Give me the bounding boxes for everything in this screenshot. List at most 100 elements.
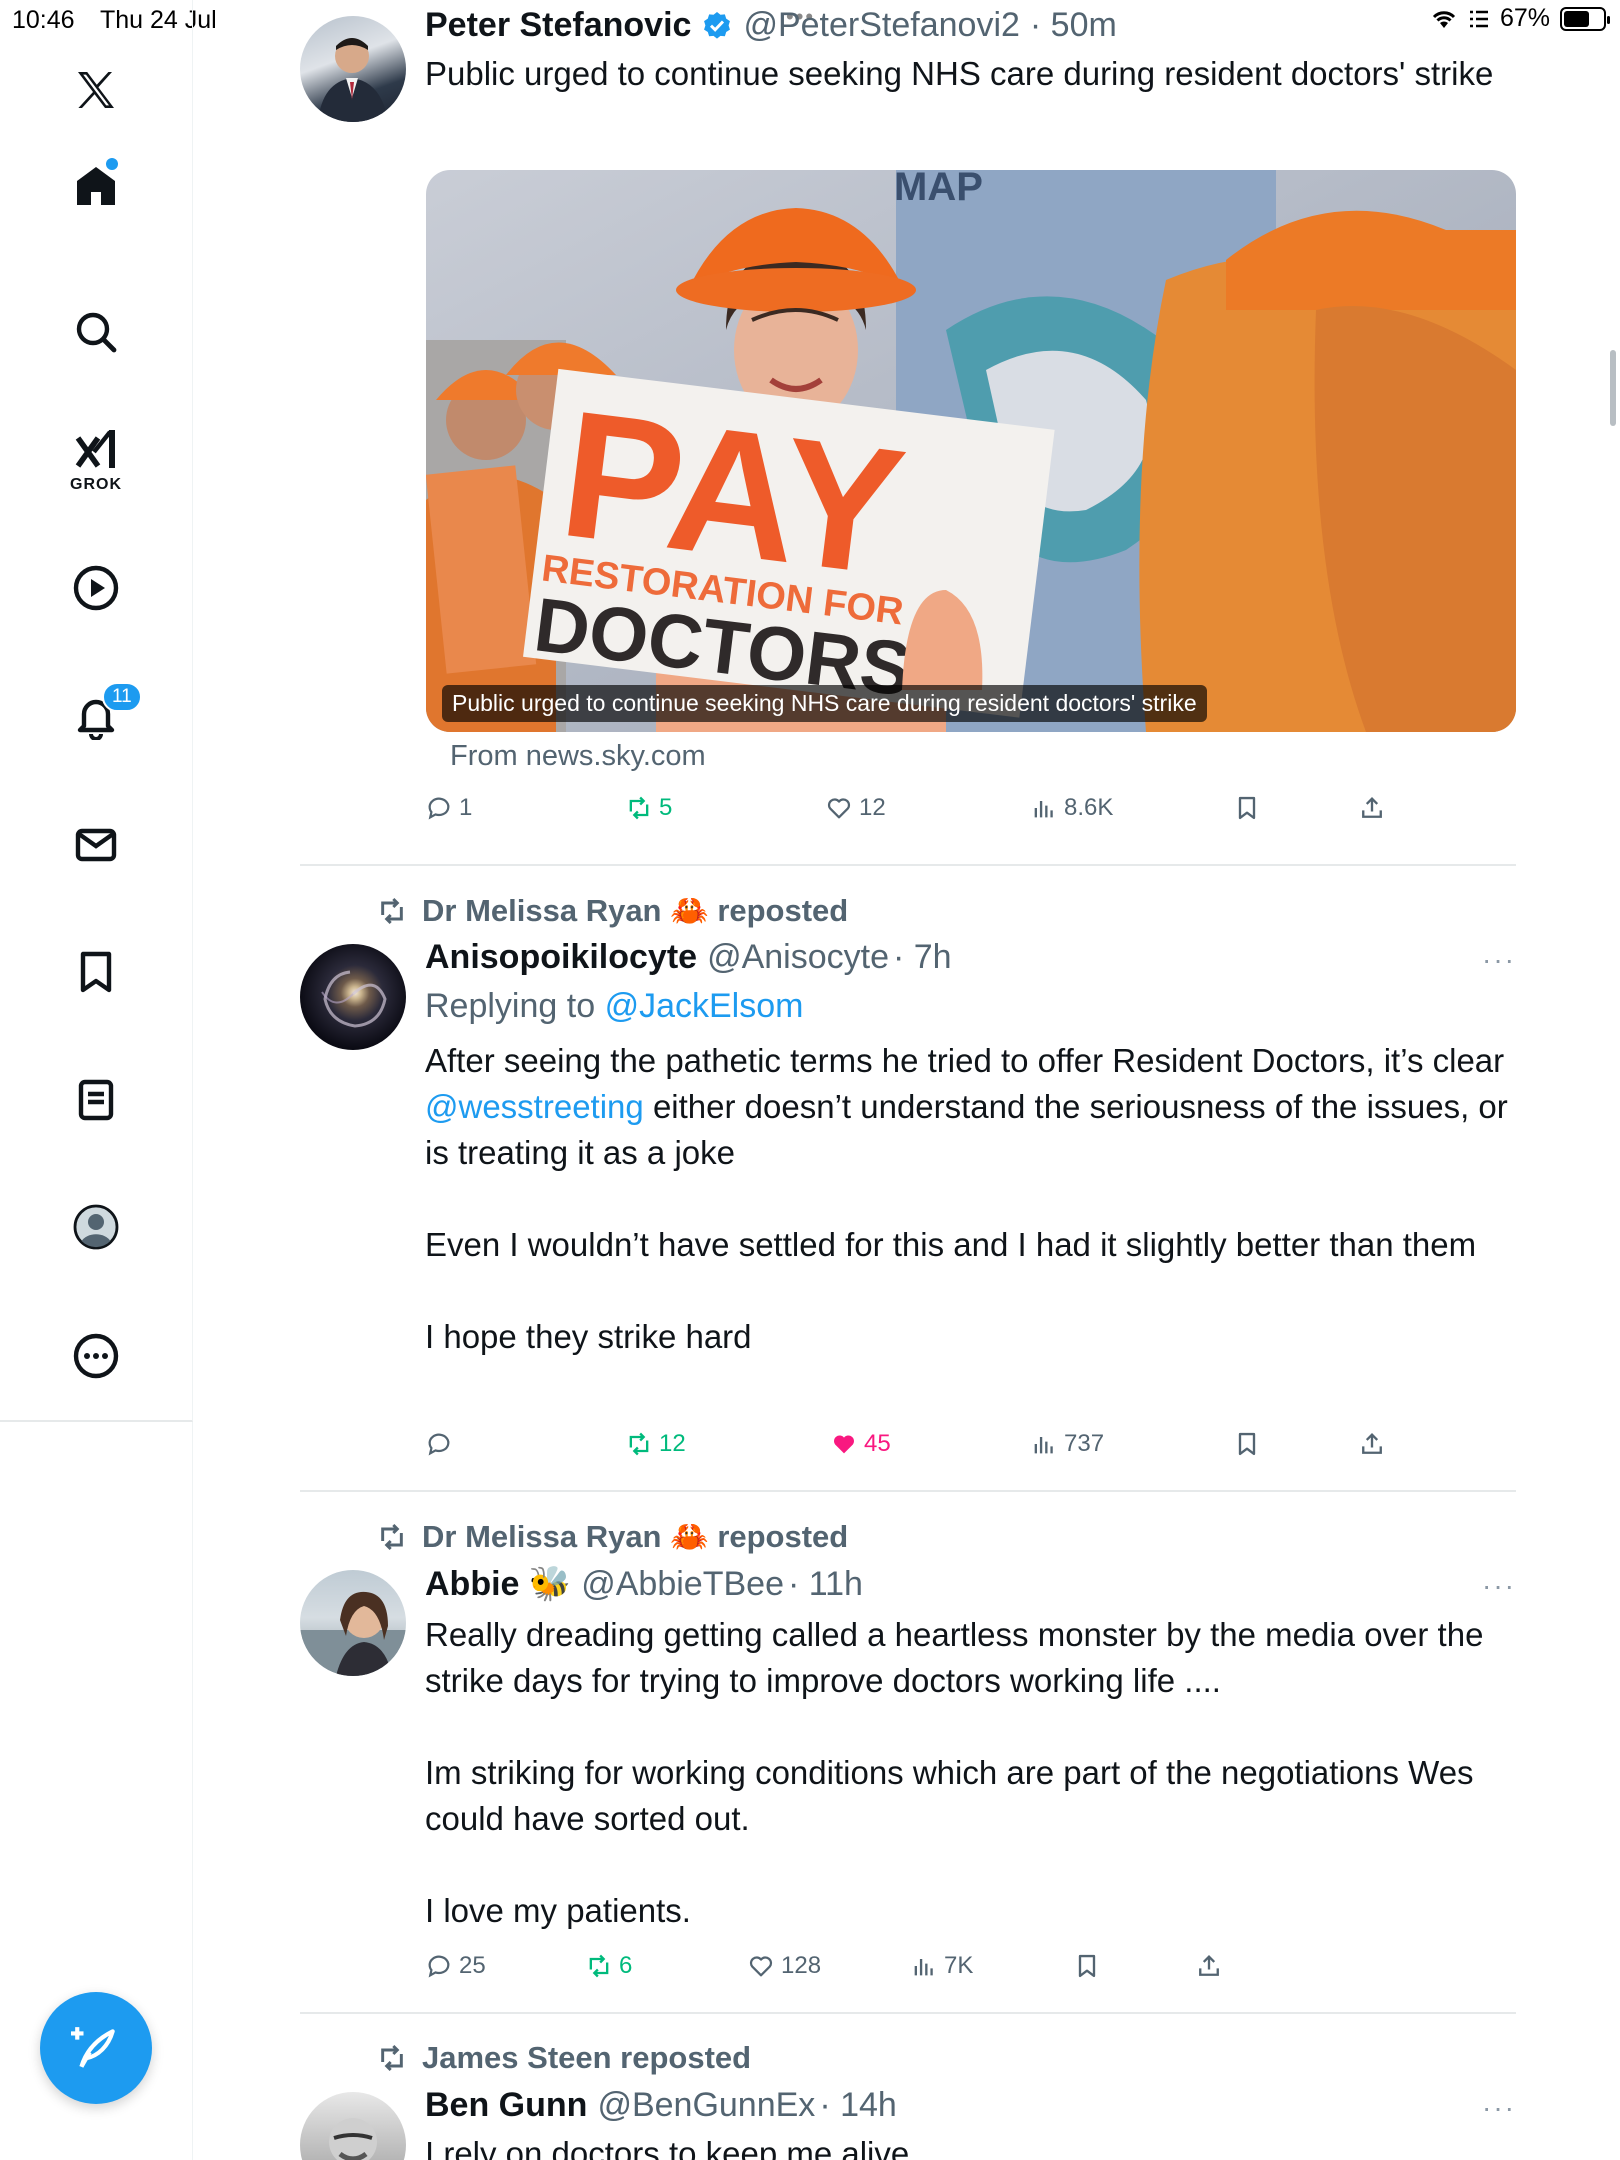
tweet-divider (300, 1490, 1516, 1492)
repost-icon (381, 1523, 403, 1550)
repost-by: James Steen reposted (422, 2040, 752, 2075)
repost-button[interactable]: 5 (625, 794, 672, 822)
avatar[interactable] (300, 944, 406, 1050)
verified-badge-icon (704, 11, 731, 39)
views-button[interactable]: 8.6K (1030, 794, 1113, 822)
repost-count: 5 (659, 794, 673, 821)
repost-button[interactable]: 12 (625, 1430, 686, 1458)
author-handle[interactable]: @Anisocyte (707, 938, 889, 977)
avatar[interactable] (300, 16, 406, 122)
repost-button[interactable]: 6 (585, 1952, 632, 1980)
author-handle[interactable]: @BenGunnEx (597, 2086, 815, 2125)
author-handle[interactable]: @PeterStefanovi2 (743, 6, 1019, 45)
avatar-photo (300, 1591, 406, 1676)
avatar[interactable] (300, 2092, 406, 2160)
views-icon (914, 1959, 933, 1976)
repost-indicator[interactable]: Dr Melissa Ryan 🦀 reposted (376, 892, 848, 929)
reply-button[interactable]: 25 (425, 1952, 486, 1980)
sidebar-item-messages[interactable] (56, 805, 136, 885)
repost-icon (629, 796, 649, 820)
strike-photo: MAP PAY RESTORATION FOR DOCTORS (426, 170, 1516, 732)
author-name[interactable]: Anisopoikilocyte (425, 938, 697, 977)
scrollbar[interactable] (1610, 350, 1616, 426)
author-row: Abbie 🐝 @AbbieTBee · 11h (425, 1564, 1517, 1604)
bookmark-icon (1238, 1432, 1256, 1456)
reply-context: Replying to @JackElsom (425, 987, 1517, 1026)
repost-icon (589, 1954, 609, 1978)
views-button[interactable]: 7K (910, 1952, 973, 1980)
sidebar-item-home[interactable] (56, 146, 136, 226)
play-icon (73, 565, 119, 611)
mention-link[interactable]: @wesstreeting (425, 1088, 644, 1125)
tweet-time[interactable]: · 50m (1030, 6, 1117, 45)
tweet-time[interactable]: · 7h (893, 938, 952, 977)
tweet-text-paragraph: I hope they strike hard (425, 1318, 752, 1355)
tweet-actions: 25 6 128 7K (425, 1952, 1425, 1992)
galaxy-avatar (321, 970, 387, 1028)
bookmark-icon (1078, 1954, 1096, 1978)
reply-button[interactable]: 1 (425, 794, 472, 822)
reply-icon (428, 1955, 450, 1978)
list-icon (78, 1079, 114, 1121)
battery-icon (1560, 6, 1610, 31)
sidebar-item-notifications[interactable]: 11 (56, 676, 142, 756)
sidebar-item-more[interactable] (56, 1316, 136, 1396)
author-name[interactable]: Ben Gunn (425, 2086, 587, 2125)
compose-button[interactable] (40, 1992, 152, 2104)
tweet-actions: 1 5 12 8.6K (425, 794, 1425, 834)
tweet-body: Anisopoikilocyte @Anisocyte · 7h Replyin… (425, 938, 1517, 1360)
views-icon (1034, 801, 1053, 818)
tweet-body: Abbie 🐝 @AbbieTBee · 11h Really dreading… (425, 1564, 1517, 1934)
grok-icon (75, 430, 115, 468)
author-row: Anisopoikilocyte @Anisocyte · 7h (425, 938, 1517, 977)
sidebar-item-explore[interactable] (56, 292, 136, 372)
tweet-time[interactable]: · 14h (819, 2086, 897, 2125)
avatar-photo (329, 2118, 377, 2160)
sidebar-item-video[interactable] (56, 548, 136, 628)
tweet-text-paragraph: I rely on doctors to keep me alive... (425, 2135, 937, 2160)
tweet-header: Peter Stefanovic @PeterStefanovi2 · 50m … (425, 6, 1517, 97)
author-name[interactable]: Abbie 🐝 (425, 1564, 571, 1604)
like-button[interactable]: 45 (830, 1430, 891, 1458)
repost-indicator[interactable]: Dr Melissa Ryan 🦀 reposted (376, 1518, 848, 1555)
repost-by: Dr Melissa Ryan 🦀 reposted (422, 1519, 849, 1554)
author-handle[interactable]: @AbbieTBee (581, 1565, 784, 1604)
author-name[interactable]: Peter Stefanovic (425, 6, 691, 45)
reply-mention-link[interactable]: @JackElsom (605, 987, 804, 1025)
bookmark-icon (1238, 796, 1256, 820)
share-button[interactable] (1195, 1952, 1223, 1980)
tweet-time[interactable]: · 11h (788, 1565, 863, 1604)
sidebar-item-lists[interactable] (56, 1060, 136, 1140)
card-source[interactable]: From news.sky.com (450, 740, 706, 773)
tweet-text-paragraph: Really dreading getting called a heartle… (425, 1616, 1484, 1699)
reply-icon (428, 797, 450, 820)
bookmark-button[interactable] (1073, 1952, 1101, 1980)
sidebar-item-profile[interactable] (56, 1187, 136, 1267)
like-button[interactable]: 128 (747, 1952, 821, 1980)
share-icon (1362, 1433, 1382, 1454)
share-button[interactable] (1358, 1430, 1386, 1458)
share-icon (1362, 797, 1382, 818)
sidebar-item-grok[interactable]: GROK (56, 420, 136, 500)
link-card-image[interactable]: MAP PAY RESTORATION FOR DOCTORS Public u… (426, 170, 1516, 732)
repost-icon (381, 2044, 403, 2072)
share-button[interactable] (1358, 794, 1386, 822)
reply-icon (428, 1433, 450, 1456)
home-unread-dot (106, 158, 118, 170)
repost-indicator[interactable]: James Steen reposted (376, 2040, 751, 2076)
sidebar: GROK 11 (0, 0, 193, 1422)
heart-filled-icon (834, 1435, 854, 1454)
like-count: 45 (864, 1430, 891, 1457)
reply-button[interactable] (425, 1430, 459, 1458)
avatar[interactable] (300, 1570, 406, 1676)
views-button[interactable]: 737 (1030, 1430, 1104, 1458)
heart-icon (827, 798, 851, 819)
profile-icon (73, 1204, 119, 1250)
x-logo-icon[interactable] (56, 50, 136, 130)
sidebar-item-bookmarks[interactable] (56, 932, 136, 1012)
repost-icon (629, 1432, 649, 1456)
like-button[interactable]: 12 (825, 794, 886, 822)
bookmark-button[interactable] (1233, 794, 1261, 822)
grok-label: GROK (70, 476, 122, 493)
bookmark-button[interactable] (1233, 1430, 1261, 1458)
